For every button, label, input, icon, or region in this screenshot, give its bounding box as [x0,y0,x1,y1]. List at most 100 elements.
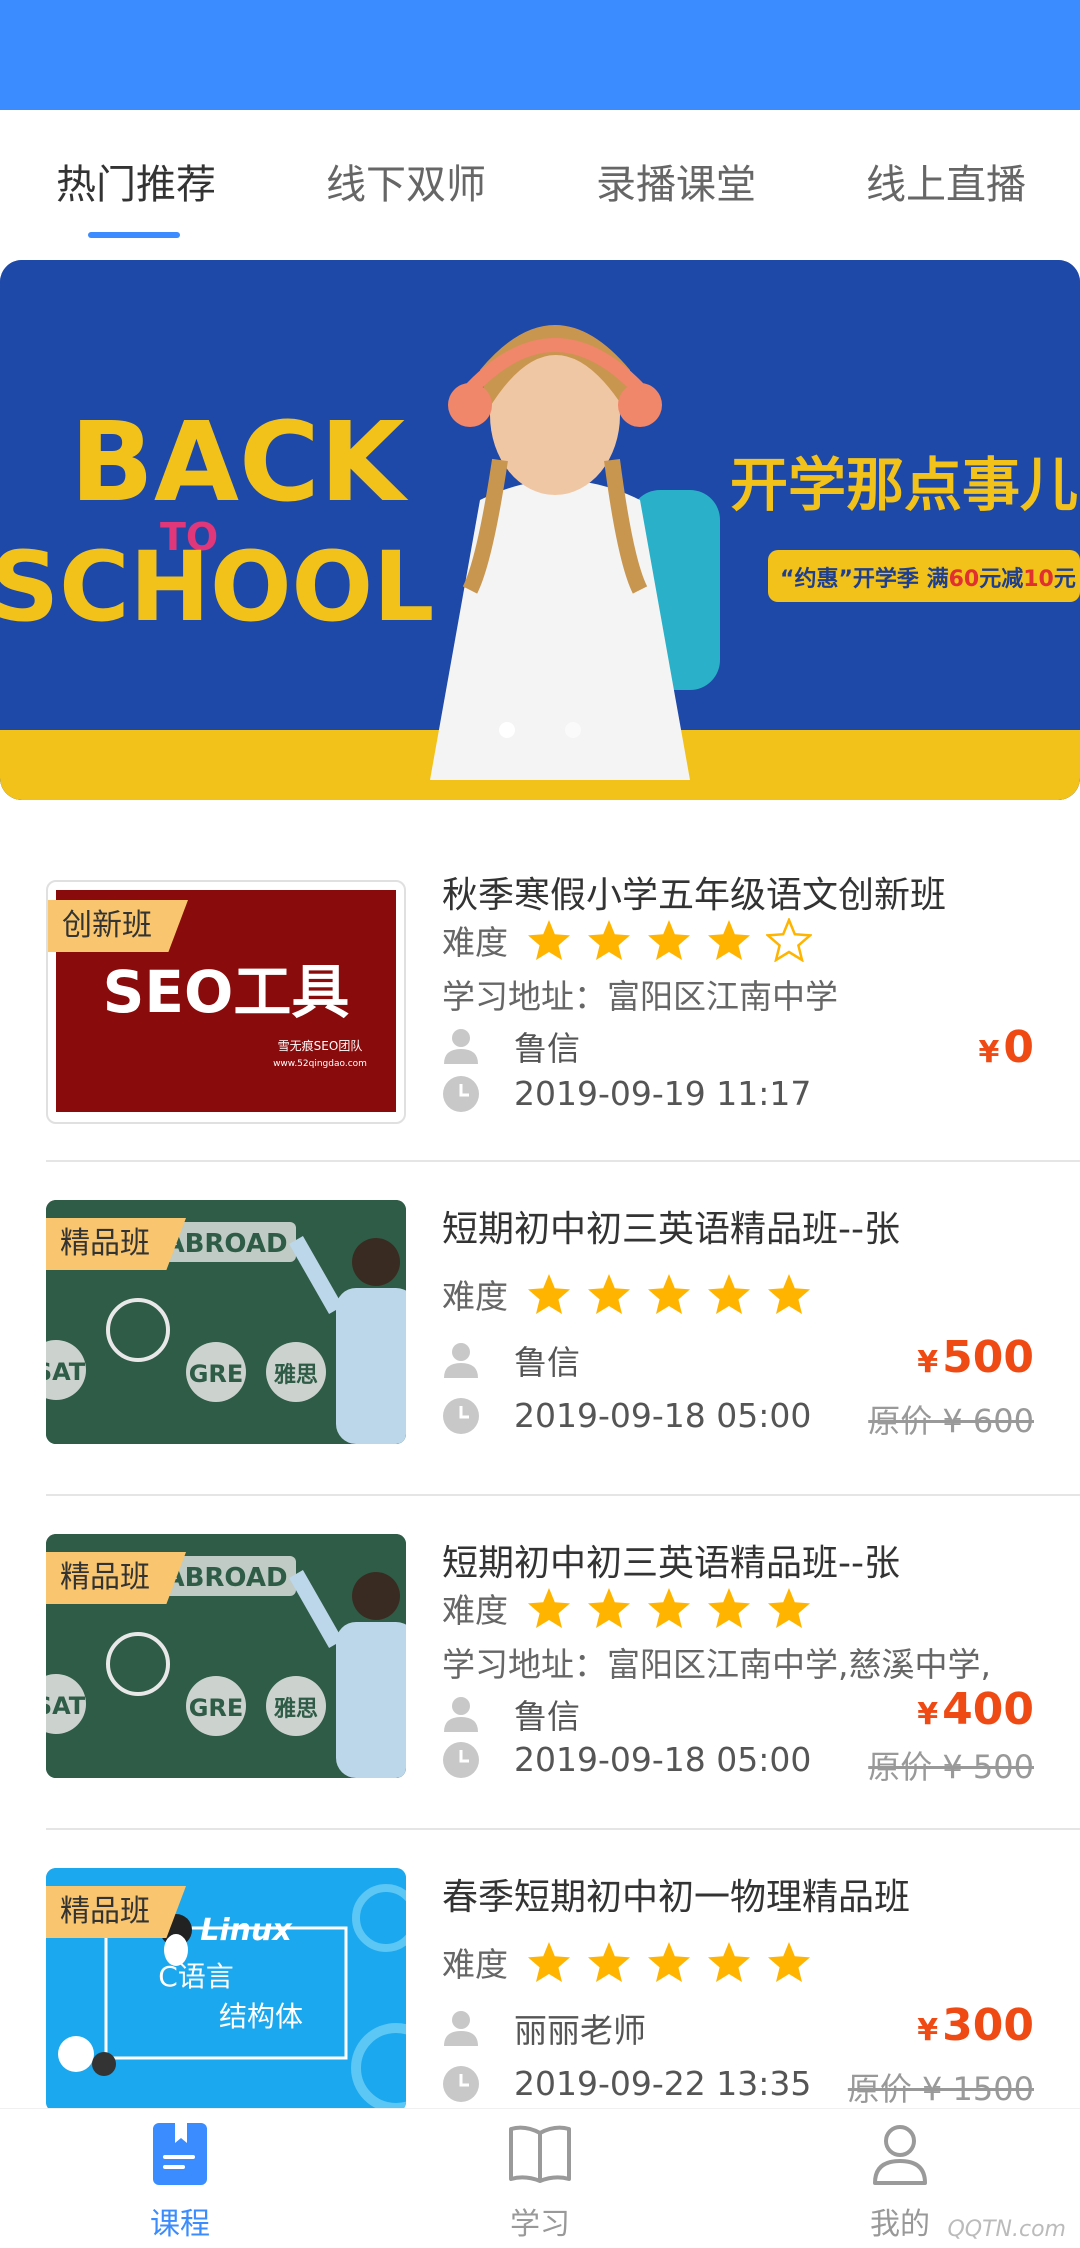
difficulty-stars [526,1940,826,1984]
star-filled-icon [708,1588,750,1628]
tab-offline-dual-teacher[interactable]: 线下双师 [326,152,486,212]
status-bar [0,0,1080,110]
banner-promo: “约惠”开学季 满60元减10元 [780,566,1076,592]
course-address: 学习地址：富阳区江南中学,慈溪中学, [442,1645,991,1684]
course-thumbnail: Linux C语言 结构体 精品班 [46,1868,406,2112]
time-row: 2019-09-19 11:17 [442,1074,811,1113]
divider [46,1494,1080,1496]
svg-text:ABROAD: ABROAD [164,1563,287,1593]
svg-text:结构体: 结构体 [219,2000,303,2033]
course-price: ¥0 [978,1022,1035,1073]
teacher-row: 鲁信 [442,1336,580,1384]
difficulty-label: 难度 [442,1277,508,1316]
original-price: 原价 ¥ 1500 [847,2070,1034,2108]
nav-study[interactable]: 学习 [440,2119,640,2243]
difficulty-row: 难度 [442,916,826,964]
person-icon [444,1029,478,1064]
nav-study-label: 学习 [510,2207,570,2242]
course-datetime: 2019-09-19 11:17 [514,1074,812,1113]
difficulty-row: 难度 [442,1938,826,1986]
svg-text:雪无痕SEO团队: 雪无痕SEO团队 [278,1038,363,1053]
banner-back-text: BACK [70,398,409,526]
user-profile-icon [873,2125,927,2185]
teacher-name: 鲁信 [514,1697,580,1736]
teacher-row: 丽丽老师 [442,2004,646,2052]
svg-text:雅思: 雅思 [274,1362,318,1388]
tab-active-indicator [88,232,180,238]
difficulty-row: 难度 [442,1270,826,1318]
tab-live-online[interactable]: 线上直播 [866,152,1026,212]
svg-text:雅思: 雅思 [274,1696,318,1722]
svg-text:Linux: Linux [200,1913,293,1948]
banner-school-text: SCHOOL [0,531,434,643]
bottom-navigation: 课程 学习 我的 QQTN.com [0,2108,1080,2248]
tab-hot-recommend[interactable]: 热门推荐 [56,152,216,212]
carousel-dot[interactable] [499,722,516,738]
star-filled-icon [528,1942,570,1982]
person-icon [444,2011,478,2046]
star-filled-icon [588,1274,630,1314]
divider [46,1160,1080,1162]
star-empty-icon [766,918,812,962]
svg-text:www.52qingdao.com: www.52qingdao.com [273,1059,367,1069]
star-filled-icon [528,1274,570,1314]
time-row: 2019-09-22 13:35 [442,2064,811,2103]
thumbnail-title: SEO工具 [103,958,350,1026]
star-filled-icon [708,1274,750,1314]
clock-icon [443,1075,479,1112]
svg-text:C语言: C语言 [158,1960,234,1993]
course-thumbnail: ABROAD SAT GRE 雅思 精品班 [46,1200,406,1444]
star-filled-icon [648,1274,690,1314]
person-icon [444,1343,478,1378]
carousel-indicator [0,722,1080,742]
category-tabs: 热门推荐 线下双师 录播课堂 线上直播 [0,110,1080,240]
watermark: QQTN.com [947,2217,1066,2242]
teacher-name: 鲁信 [514,1343,580,1382]
teacher-row: 鲁信 [442,1022,580,1070]
course-book-icon [153,2123,207,2185]
star-filled-icon [768,1588,810,1628]
time-row: 2019-09-18 05:00 [442,1396,811,1435]
carousel-dot[interactable] [564,722,581,738]
promo-banner[interactable]: BACK TO SCHOOL 开学那点事儿 “约惠”开学季 满60元减10元 [0,260,1080,800]
star-filled-icon [588,920,630,960]
star-filled-icon [708,920,750,960]
course-price: ¥300 [917,2000,1034,2051]
difficulty-stars [526,918,826,962]
teacher-name: 鲁信 [514,1029,580,1068]
star-filled-icon [768,1942,810,1982]
course-tag: 精品班 [46,1218,186,1270]
difficulty-stars [526,1586,826,1630]
svg-text:SAT: SAT [46,1358,86,1386]
star-filled-icon [648,1588,690,1628]
star-filled-icon [528,1588,570,1628]
course-thumbnail: ABROAD SAT GRE 雅思 精品班 [46,1534,406,1778]
star-filled-icon [648,920,690,960]
course-datetime: 2019-09-18 05:00 [514,1396,812,1435]
difficulty-label: 难度 [442,1945,508,1984]
course-thumbnail: SEO工具 雪无痕SEO团队 www.52qingdao.com 创新班 [46,880,406,1124]
star-filled-icon [648,1942,690,1982]
clock-icon [443,1397,479,1434]
course-price: ¥500 [917,1332,1034,1383]
svg-text:SAT: SAT [46,1692,86,1720]
course-tag: 精品班 [46,1886,186,1938]
teacher-name: 丽丽老师 [514,2011,646,2050]
difficulty-row: 难度 [442,1584,826,1632]
course-address: 学习地址：富阳区江南中学 [442,977,838,1016]
open-book-icon [509,2125,571,2183]
svg-text:GRE: GRE [189,1360,244,1388]
original-price: 原价 ¥ 600 [868,1402,1034,1440]
course-price: ¥400 [917,1684,1034,1735]
course-title: 秋季寒假小学五年级语文创新班 [442,875,947,916]
svg-text:ABROAD: ABROAD [164,1229,287,1259]
svg-text:GRE: GRE [189,1694,244,1722]
course-title: 短期初中初三英语精品班--张 [442,1209,900,1250]
tab-recorded-class[interactable]: 录播课堂 [596,152,756,212]
nav-course-label: 课程 [150,2207,210,2242]
banner-artwork: BACK TO SCHOOL 开学那点事儿 “约惠”开学季 满60元减10元 [0,260,1080,800]
nav-course[interactable]: 课程 [80,2119,280,2243]
person-icon [444,1697,478,1732]
star-filled-icon [528,920,570,960]
course-tag: 创新班 [48,900,188,952]
